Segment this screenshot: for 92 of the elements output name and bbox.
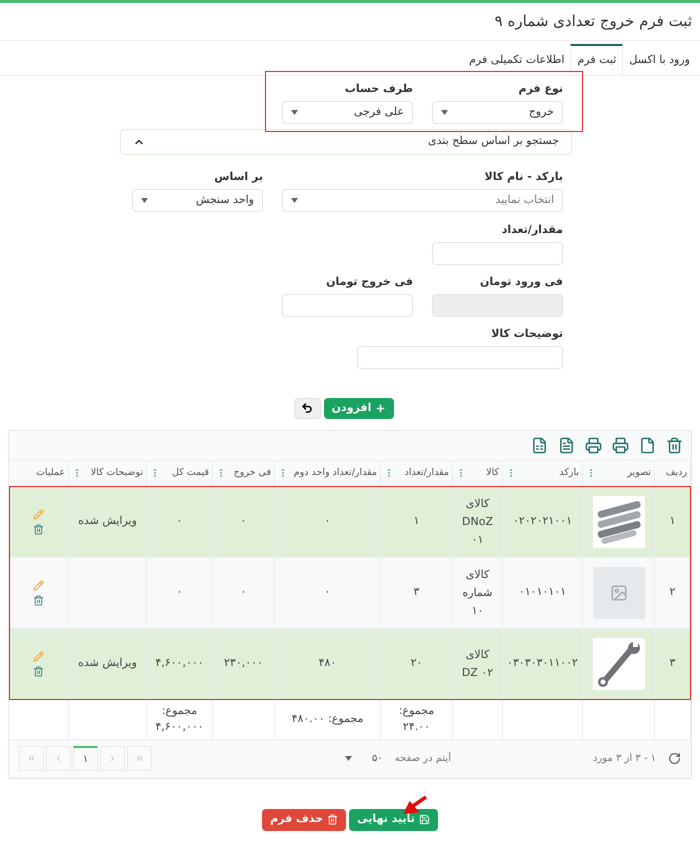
select-field[interactable]: واحد سنجش	[132, 188, 263, 212]
edit-icon[interactable]	[33, 508, 44, 520]
last-page-icon	[135, 754, 144, 763]
table-cell-text: کالای شماره ۱۰	[461, 566, 494, 618]
delete-button[interactable]: حذف فرم	[262, 808, 346, 830]
table-cell: ۲۰	[410, 656, 422, 670]
select-field[interactable]: علی فرجی	[282, 100, 413, 124]
table-cell: ۴۸۰	[318, 656, 336, 670]
caret-icon	[441, 110, 448, 114]
select-field[interactable]: خروج	[432, 100, 563, 124]
total-text: مجموع: ۲۴.۰۰	[398, 702, 436, 735]
column-header: ردیف	[666, 466, 687, 480]
field-label: بر اساس	[213, 168, 263, 184]
pdf-icon[interactable]	[558, 436, 575, 454]
tab[interactable]: ورود با اکسل	[623, 44, 696, 74]
page-title: ثبت فرم خروج تعدادی شماره ۹	[494, 11, 693, 32]
range-text: ۱ - ۳ از ۳ مورد	[592, 752, 656, 766]
table-cell: ۱	[414, 514, 420, 528]
column-header: قیمت کل	[172, 466, 209, 480]
table-cell: ۰	[240, 585, 246, 598]
next-page-icon	[108, 754, 117, 763]
input-field[interactable]	[282, 294, 413, 317]
table-cell: ویرایش شده	[78, 514, 137, 528]
table-cell: ویرایش شده	[78, 656, 137, 670]
tab[interactable]: ثبت فرم	[570, 44, 624, 74]
table-cell: ۲۳۰,۰۰۰	[224, 656, 263, 670]
table-cell: ۱	[670, 514, 676, 528]
field-label: توضیحات کالا	[490, 326, 563, 342]
table-cell: ۰۲۰۲۰۲۱۰۰۱	[512, 514, 572, 528]
total-text: مجموع: ۴,۶۰۰,۰۰۰	[154, 702, 205, 735]
column-header: فی خروج	[234, 466, 271, 480]
excel-icon[interactable]	[531, 436, 548, 454]
file-icon[interactable]	[639, 436, 656, 454]
edit-icon[interactable]	[33, 650, 44, 662]
column-header: عملیات	[36, 466, 65, 480]
tab[interactable]: اطلاعات تکمیلی فرم	[463, 44, 570, 74]
table-cell: ۳	[670, 656, 676, 670]
first-page-icon	[27, 754, 36, 763]
caret-icon	[291, 198, 298, 202]
table-cell: ۰	[324, 585, 330, 598]
printer-icon[interactable]	[612, 436, 629, 454]
table-row[interactable]: ۲ ۰۱۰۱۰۱۰۱ کالای شماره ۱۰ ۳ ۰ ۰ ۰	[8, 557, 690, 628]
column-header: کالا	[486, 466, 499, 480]
edit-icon[interactable]	[33, 580, 44, 590]
table-cell: ۰	[176, 514, 182, 528]
table-cell: ۴,۶۰۰,۰۰۰	[155, 656, 204, 670]
trash-icon[interactable]	[666, 436, 683, 454]
trash-icon	[327, 814, 338, 825]
table-cell-text: کالای DZ ۰۲	[460, 646, 494, 680]
field-label: مقدار/تعداد	[500, 222, 563, 238]
refresh-icon[interactable]	[668, 752, 681, 765]
input-field[interactable]	[357, 346, 563, 369]
column-header: مقدار/تعداد واحد دوم	[294, 466, 377, 480]
caret-icon	[345, 756, 352, 761]
table-row[interactable]: ۱ ۰۲۰۲۰۲۱۰۰۱ کالای DNoZ ۰۱ ۱ ۰ ۰ ۰ ویرایش شده	[8, 486, 690, 557]
back-arrow-icon	[301, 402, 314, 414]
table-cell: ۳	[414, 585, 420, 598]
column-header: توضیحات کالا	[90, 466, 143, 480]
field-label: فی ورود تومان	[479, 274, 563, 290]
field-label: بارکد - نام کالا	[484, 168, 563, 184]
table-cell: ۰	[176, 585, 182, 598]
page-size-select[interactable]: ۵۰	[345, 751, 383, 766]
printer-icon[interactable]	[585, 436, 602, 454]
caret-icon	[291, 110, 298, 114]
search-panel[interactable]: جستجو بر اساس سطح بندی	[120, 128, 572, 154]
column-header: تصویر	[627, 466, 651, 480]
table-cell: ۰۱۰۱۰۱۰۱	[518, 585, 566, 598]
table-cell: ۰	[324, 514, 330, 528]
image-icon	[610, 584, 628, 602]
trash-icon[interactable]	[33, 666, 44, 676]
table-cell: ۰	[240, 514, 246, 528]
trash-icon[interactable]	[33, 524, 44, 534]
page-size-label: آیتم در صفحه	[394, 751, 451, 766]
plus-icon	[375, 402, 386, 414]
select-field[interactable]: انتخاب نمایید	[282, 188, 563, 212]
field-label: فی خروج تومان	[325, 274, 413, 290]
caret-icon	[141, 198, 148, 202]
input-field[interactable]	[432, 242, 563, 265]
save-icon	[418, 814, 430, 825]
table-cell-text: کالای DNoZ ۰۱	[461, 496, 494, 548]
column-header: مقدار/تعداد	[404, 466, 449, 480]
field-label: طرف حساب	[344, 80, 413, 96]
field-label: نوع فرم	[518, 80, 563, 96]
previous-page-icon	[54, 754, 63, 763]
page-button[interactable]: ۱	[73, 746, 98, 771]
column-header: بارکد	[559, 466, 579, 480]
table-cell: ۲	[670, 585, 676, 598]
total-text: مجموع: ۴۸۰.۰۰	[292, 712, 364, 725]
table-cell: ۰۳۰۳۰۳۰۱۱۰۰۲	[507, 656, 578, 670]
trash-icon[interactable]	[33, 594, 44, 606]
table-row[interactable]: ۳ ۰۳۰۳۰۳۰۱۱۰۰۲ کالای DZ ۰۲ ۲۰ ۴۸۰ ۲۳۰,۰۰۰ ۴,۶۰۰,۰۰۰ ویرایش شده	[8, 628, 690, 699]
back-button[interactable]	[294, 398, 321, 418]
